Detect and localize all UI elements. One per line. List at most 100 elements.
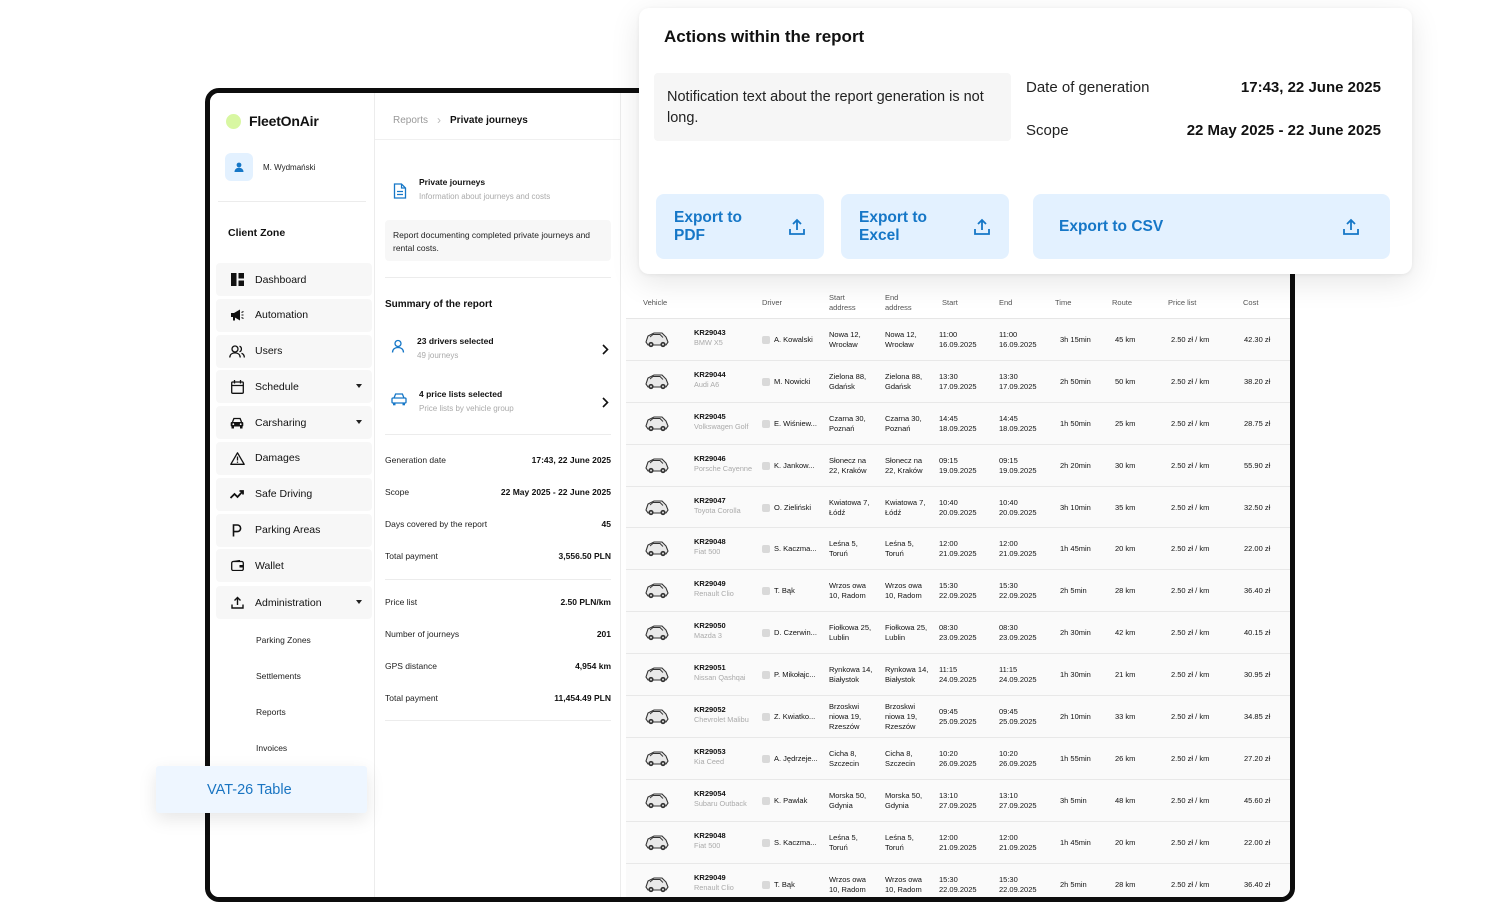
price-lists-selected-row[interactable]: 4 price lists selected Price lists by ve… xyxy=(385,389,611,429)
col-vehicle[interactable]: Vehicle xyxy=(643,298,667,308)
table-row[interactable]: KR29046 Porsche Cayenne K. Jankow... Słonec… xyxy=(626,444,1290,487)
start-time-cell: 12:00 21.09.2025 xyxy=(939,832,977,852)
table-row[interactable]: KR29048 Fiat 500 S. Kaczma... Leśna 5, Toru… xyxy=(626,528,1290,571)
chevron-down-icon[interactable] xyxy=(356,384,362,389)
end-time-cell: 15:30 22.09.2025 xyxy=(999,581,1037,601)
col-route[interactable]: Route xyxy=(1112,298,1132,308)
user-profile[interactable]: M. Wydmański xyxy=(225,153,315,181)
person-icon xyxy=(762,880,770,889)
sidebar-item-label: Safe Driving xyxy=(255,488,313,501)
table-row[interactable]: KR29045 Volkswagen Golf E. Wiśniew... Czarn… xyxy=(626,402,1290,445)
vehicle-model: Nissan Qashqai xyxy=(694,673,746,683)
driver-cell: O. Zieliński xyxy=(762,503,811,513)
sidebar-item-label: Automation xyxy=(255,309,309,322)
table-row[interactable]: KR29052 Chevrolet Malibu Z. Kwiatko... Brzo… xyxy=(626,696,1290,738)
vehicle-model: Mazda 3 xyxy=(694,631,722,641)
driver-name: Z. Kwiatko... xyxy=(774,712,816,722)
vehicle-cell: KR29043 BMW X5 xyxy=(694,328,726,348)
vehicle-id: KR29050 xyxy=(694,621,726,631)
sidebar-item-users[interactable]: Users xyxy=(216,334,372,368)
chevron-down-icon[interactable] xyxy=(356,600,362,605)
table-row[interactable]: KR29047 Toyota Corolla O. Zieliński Kwiatow… xyxy=(626,486,1290,529)
col-time[interactable]: Time xyxy=(1055,298,1071,308)
chevron-right-icon xyxy=(602,397,609,408)
chevron-down-icon[interactable] xyxy=(356,420,362,425)
vehicle-cell: KR29048 Fiat 500 xyxy=(694,537,726,557)
table-row[interactable]: KR29049 Renault Clio T. Bąk Wrzos owa 10, R… xyxy=(626,863,1290,897)
kv-label: Number of journeys xyxy=(385,629,460,639)
sidebar-item-vat-26-table[interactable]: VAT-26 Table xyxy=(156,766,367,813)
end-time-cell: 12:00 21.09.2025 xyxy=(999,832,1037,852)
client-zone-title: Client Zone xyxy=(228,227,286,239)
drivers-selected-row[interactable]: 23 drivers selected 49 journeys xyxy=(385,336,611,376)
end-address-cell: Cicha 8, Szczecin xyxy=(885,748,916,768)
sidebar-item-parking-areas[interactable]: Parking Areas xyxy=(216,513,372,547)
sidebar-subitem-settlements[interactable]: Settlements xyxy=(216,658,372,694)
cost-cell: 32.50 zł xyxy=(1244,502,1271,512)
price-list-cell: 2.50 zł / km xyxy=(1171,712,1210,722)
end-address-cell: Wrzos owa 10, Radom xyxy=(885,874,922,894)
col-start[interactable]: Start xyxy=(942,298,958,308)
driver-cell: K. Jankow... xyxy=(762,461,814,471)
table-row[interactable]: KR29050 Mazda 3 D. Czerwin... Fiołkowa 25, … xyxy=(626,612,1290,655)
table-row[interactable]: KR29051 Nissan Qashqai P. Mikołajc... Rynko… xyxy=(626,654,1290,697)
table-row[interactable]: KR29044 Audi A6 M. Nowicki Zielona 88, Gdań… xyxy=(626,360,1290,403)
price-lists-selected-sub: Price lists by vehicle group xyxy=(419,404,514,413)
driver-cell: A. Kowalski xyxy=(762,335,813,345)
time-cell: 2h 5min xyxy=(1060,586,1087,596)
sidebar-item-wallet[interactable]: Wallet xyxy=(216,549,372,583)
sidebar-item-dashboard[interactable]: Dashboard xyxy=(216,263,372,296)
avatar xyxy=(225,153,253,181)
breadcrumb-reports-link[interactable]: Reports xyxy=(393,115,428,126)
table-row[interactable]: KR29049 Renault Clio T. Bąk Wrzos owa 10, R… xyxy=(626,570,1290,613)
table-row[interactable]: KR29053 Kia Ceed A. Jędrzeje... Cicha 8, Sz… xyxy=(626,737,1290,780)
col-start-address[interactable]: Start address xyxy=(829,293,869,313)
driver-cell: M. Nowicki xyxy=(762,377,810,387)
sidebar-subitem-invoices[interactable]: Invoices xyxy=(216,730,372,766)
driver-cell: T. Bąk xyxy=(762,880,795,890)
end-address-cell: Brzoskwi niowa 19, Rzeszów xyxy=(885,702,918,732)
sidebar-subitem-parking-zones[interactable]: Parking Zones xyxy=(216,622,372,658)
logo-text: FleetOnAir xyxy=(249,113,319,129)
sidebar-item-administration[interactable]: Administration xyxy=(216,586,372,620)
time-cell: 2h 30min xyxy=(1060,628,1091,638)
kv-label: Total payment xyxy=(385,693,438,703)
table-row[interactable]: KR29048 Fiat 500 S. Kaczma... Leśna 5, Toru… xyxy=(626,821,1290,864)
end-address-cell: Wrzos owa 10, Radom xyxy=(885,581,922,601)
logo[interactable]: FleetOnAir xyxy=(226,113,319,129)
dashboard-icon xyxy=(229,272,245,288)
sidebar-item-automation[interactable]: Automation xyxy=(216,298,372,332)
sidebar-subitem-reports[interactable]: Reports xyxy=(216,694,372,730)
col-cost[interactable]: Cost xyxy=(1243,298,1258,308)
vehicle-cell: KR29044 Audi A6 xyxy=(694,370,726,390)
table-row[interactable]: KR29054 Subaru Outback K. Pawlak Morska 50,… xyxy=(626,779,1290,822)
sidebar-item-carsharing[interactable]: Carsharing xyxy=(216,406,372,440)
export-csv-button[interactable]: Export to CSV xyxy=(1033,194,1390,259)
sidebar-item-damages[interactable]: Damages xyxy=(216,441,372,475)
driver-name: T. Bąk xyxy=(774,586,795,596)
start-time-cell: 09:15 19.09.2025 xyxy=(939,455,977,475)
sidebar-item-safe-driving[interactable]: Safe Driving xyxy=(216,477,372,511)
start-time-cell: 08:30 23.09.2025 xyxy=(939,623,977,643)
export-excel-button[interactable]: Export to Excel xyxy=(841,194,1009,259)
route-cell: 28 km xyxy=(1115,586,1136,596)
table-row[interactable]: KR29043 BMW X5 A. Kowalski Nowa 12, Wrocław… xyxy=(626,319,1290,361)
col-price-list[interactable]: Price list xyxy=(1168,298,1196,308)
export-pdf-button[interactable]: Export to PDF xyxy=(656,194,824,259)
start-time-cell: 13:10 27.09.2025 xyxy=(939,790,977,810)
person-icon xyxy=(762,629,770,638)
cost-cell: 28.75 zł xyxy=(1244,418,1271,428)
col-end[interactable]: End xyxy=(999,298,1012,308)
time-cell: 1h 55min xyxy=(1060,753,1091,763)
vehicle-cell: KR29045 Volkswagen Golf xyxy=(694,412,748,432)
car-icon xyxy=(642,538,670,561)
chevron-right-icon xyxy=(602,344,609,355)
user-icon xyxy=(234,162,244,172)
person-icon xyxy=(762,503,770,512)
vehicle-id: KR29048 xyxy=(694,830,726,840)
vehicle-model: Renault Clio xyxy=(694,589,734,599)
kv-gps-distance: GPS distance 4,954 km xyxy=(385,661,611,671)
col-end-address[interactable]: End address xyxy=(885,293,925,313)
col-driver[interactable]: Driver xyxy=(762,298,782,308)
sidebar-item-schedule[interactable]: Schedule xyxy=(216,370,372,404)
